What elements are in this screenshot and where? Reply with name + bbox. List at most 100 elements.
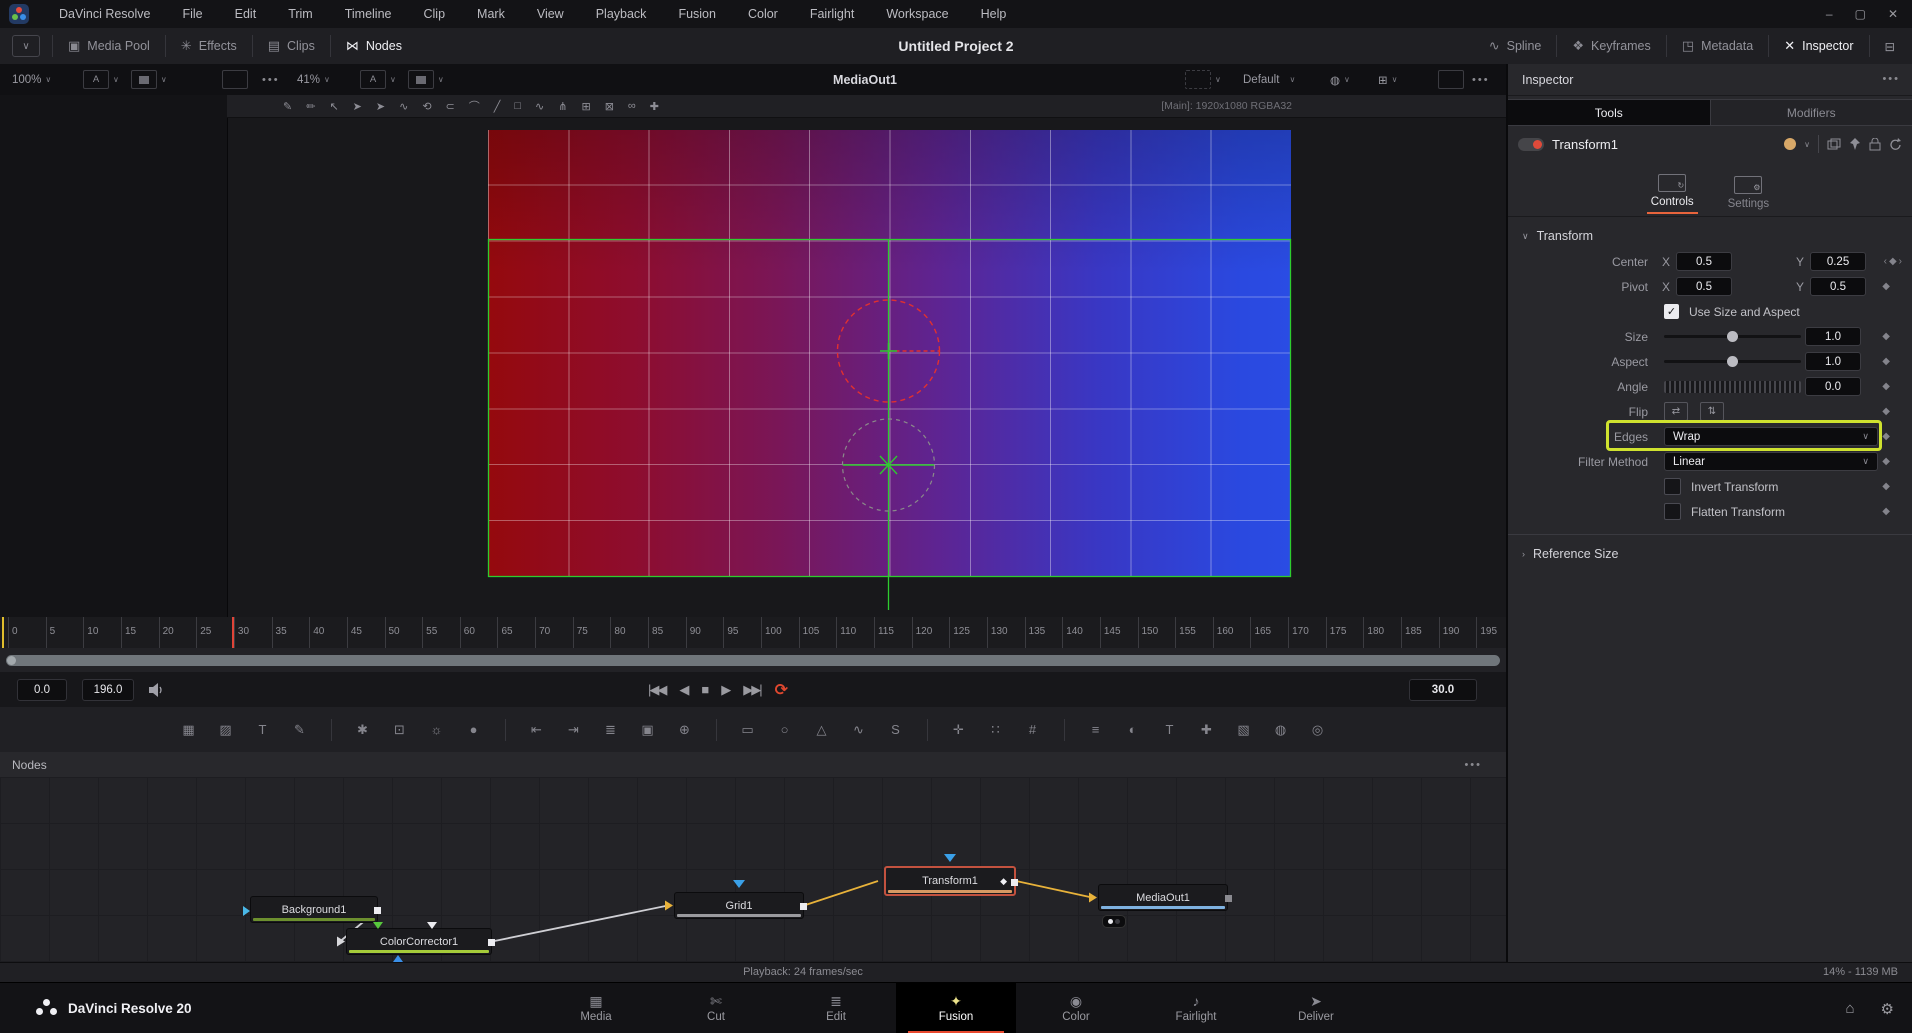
insert-point-alt-icon[interactable]: ➤ [376, 100, 385, 113]
output-port[interactable] [374, 907, 381, 914]
menu-trim[interactable]: Trim [272, 7, 329, 21]
polygon-mask-icon[interactable]: △ [810, 718, 834, 742]
keyframe-diamond-icon[interactable]: ◆ [1882, 331, 1890, 342]
background-tool-icon[interactable]: ▦ [177, 718, 201, 742]
stop-icon[interactable]: ■ [701, 682, 707, 697]
node-mediaout1[interactable]: MediaOut1 [1098, 884, 1228, 911]
menu-workspace[interactable]: Workspace [870, 7, 964, 21]
tab-tools[interactable]: Tools [1508, 100, 1711, 125]
spline-select-icon[interactable]: ∿ [535, 100, 544, 113]
keyframe-diamond-icon[interactable]: ◆ [1882, 506, 1890, 517]
viewer-menu-dots[interactable]: ••• [1472, 64, 1490, 95]
page-deliver[interactable]: ➤Deliver [1256, 983, 1376, 1033]
output-port[interactable] [1011, 879, 1018, 886]
glow-tool-icon[interactable]: ☼ [425, 718, 449, 742]
saver-icon[interactable]: ⇥ [562, 718, 586, 742]
node-enable-toggle[interactable] [1518, 138, 1544, 151]
weld-icon[interactable]: ✚ [650, 100, 659, 113]
reset-icon[interactable] [1889, 138, 1902, 151]
select-arrow-icon[interactable]: ↖ [329, 100, 338, 113]
aspect-field[interactable]: 1.0 [1805, 352, 1861, 371]
speaker-icon[interactable] [148, 683, 164, 697]
merge3d-icon[interactable]: ≡ [1084, 718, 1108, 742]
edges-dropdown[interactable]: Wrap∨ [1664, 427, 1878, 446]
sphere3d-icon[interactable]: ◍ [1269, 718, 1293, 742]
step-back-icon[interactable]: ◀ [679, 682, 687, 698]
subtab-controls[interactable]: ↻ Controls [1647, 174, 1698, 214]
lut-select[interactable]: Default∨ [1243, 64, 1295, 95]
magnet-snap-icon[interactable]: ⊂ [446, 100, 455, 113]
transform-frame-icon[interactable]: ⊞ [581, 100, 590, 113]
cube3d-icon[interactable]: ▧ [1232, 718, 1256, 742]
menu-fusion[interactable]: Fusion [662, 7, 732, 21]
pen-add-icon[interactable]: ✎ [283, 100, 292, 113]
page-fusion[interactable]: ✦Fusion [896, 983, 1016, 1033]
input-port-white[interactable] [427, 922, 437, 929]
line-tool-icon[interactable]: ╱ [494, 100, 501, 113]
page-edit[interactable]: ≣Edit [776, 983, 896, 1033]
angle-dial[interactable] [1664, 381, 1801, 393]
left-viewer-channel-select[interactable]: A∨∨ [83, 64, 167, 95]
page-cut[interactable]: ✄Cut [656, 983, 776, 1033]
media-in-icon[interactable]: ▣ [636, 718, 660, 742]
frame-rate-field[interactable]: 30.0 [1409, 679, 1477, 701]
fastnoise-tool-icon[interactable]: ▨ [214, 718, 238, 742]
mask-port[interactable] [393, 955, 403, 962]
play-icon[interactable]: ▶ [721, 682, 729, 698]
keyframe-diamond-icon[interactable]: ◆ [1882, 281, 1890, 292]
playhead[interactable] [232, 617, 234, 648]
output-port[interactable] [1225, 895, 1232, 902]
chevron-down-icon[interactable]: ∨ [1804, 140, 1810, 149]
goto-end-icon[interactable]: ▶▶| [743, 682, 760, 698]
insert-point-icon[interactable]: ➤ [353, 100, 362, 113]
pivot-y-field[interactable]: 0.5 [1810, 277, 1866, 296]
keyframe-diamond-icon[interactable]: ◆ [1882, 381, 1890, 392]
panel-layout-button[interactable]: ⊟ [1872, 28, 1908, 64]
node-background1[interactable]: Background1 [250, 896, 378, 923]
draw-append-icon[interactable]: ✏ [306, 100, 315, 113]
page-media[interactable]: ▦Media [536, 983, 656, 1033]
spline-button[interactable]: ∿Spline [1476, 28, 1555, 64]
menu-file[interactable]: File [166, 7, 218, 21]
flip-vertical-button[interactable]: ⇅ [1700, 402, 1724, 421]
node-grid1[interactable]: Grid1 [674, 892, 804, 919]
main-viewer-zoom[interactable]: 41%∨ [297, 64, 330, 95]
planar-tracker-icon[interactable]: # [1021, 718, 1045, 742]
text3d-icon[interactable]: T [1158, 718, 1182, 742]
center-x-field[interactable]: 0.5 [1676, 252, 1732, 271]
blur-tool-icon[interactable]: ● [462, 718, 486, 742]
home-icon[interactable]: ⌂ [1845, 1000, 1854, 1017]
use-size-aspect-checkbox[interactable]: ✓ [1664, 304, 1679, 319]
invert-transform-checkbox[interactable] [1664, 478, 1681, 495]
grid-options-button[interactable]: ⊞∨ [1378, 64, 1398, 95]
link-icon[interactable]: ∞ [628, 100, 636, 112]
menu-help[interactable]: Help [965, 7, 1023, 21]
pivot-x-field[interactable]: 0.5 [1676, 277, 1732, 296]
viewer-roi-button[interactable]: ∨ [1185, 64, 1221, 95]
rectangle-mask-icon[interactable]: ▭ [736, 718, 760, 742]
interface-toggle-button[interactable]: ∨ [12, 35, 40, 57]
range-out-field[interactable]: 196.0 [82, 679, 134, 701]
angle-field[interactable]: 0.0 [1805, 377, 1861, 396]
clips-button[interactable]: ▤Clips [255, 28, 328, 64]
camera-tracker-icon[interactable]: ∷ [984, 718, 1008, 742]
timeline-scrollbar[interactable] [6, 655, 1500, 666]
flip-horizontal-button[interactable]: ⇄ [1664, 402, 1688, 421]
keyframe-diamond-icon[interactable]: ◆ [1882, 456, 1890, 467]
left-viewer-options[interactable]: ••• [222, 64, 280, 95]
page-fairlight[interactable]: ♪Fairlight [1136, 983, 1256, 1033]
menu-fairlight[interactable]: Fairlight [794, 7, 870, 21]
copy-icon[interactable] [1827, 138, 1841, 150]
media-pool-button[interactable]: ▣Media Pool [55, 28, 163, 64]
menu-timeline[interactable]: Timeline [329, 7, 408, 21]
main-viewer-channel-select[interactable]: A∨∨ [360, 64, 444, 95]
close-icon[interactable]: ✕ [1888, 7, 1898, 21]
keyframe-diamond-icon[interactable]: ◆ [1882, 356, 1890, 367]
particle-emitter-icon[interactable]: ✱ [351, 718, 375, 742]
nodes-menu-dots[interactable]: ••• [1464, 759, 1482, 771]
rotate-loop-icon[interactable]: ⟲ [422, 100, 431, 113]
spline-mask-icon[interactable]: ∿ [847, 718, 871, 742]
left-viewer-zoom[interactable]: 100%∨ [12, 64, 51, 95]
menu-color[interactable]: Color [732, 7, 794, 21]
particle-merge-icon[interactable]: ⊡ [388, 718, 412, 742]
